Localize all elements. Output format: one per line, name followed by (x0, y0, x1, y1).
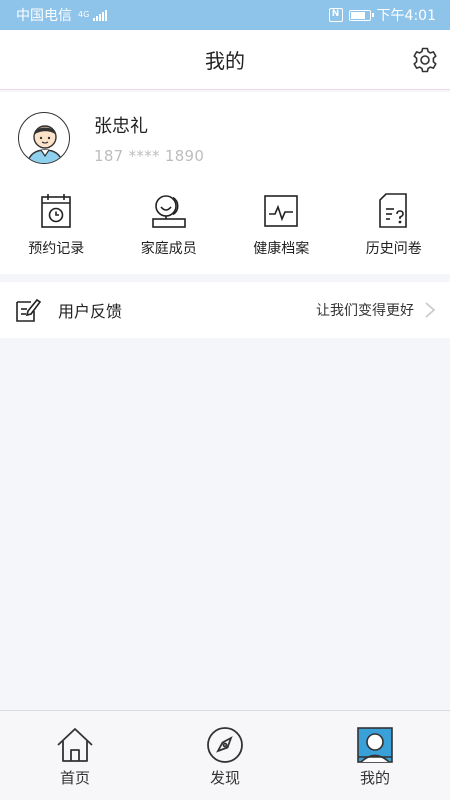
status-right: N 下午4:01 (328, 5, 436, 25)
family-members-icon (151, 195, 186, 228)
quick-action-health-records[interactable]: 健康档案 (225, 192, 338, 272)
status-left: 中国电信 4G (16, 5, 108, 25)
profile-icon (357, 727, 393, 763)
battery-icon (348, 9, 374, 21)
page-title: 我的 (205, 49, 245, 73)
gear-icon[interactable] (410, 45, 440, 75)
status-bar: 中国电信 4G N 下午4:01 (0, 0, 450, 30)
section-divider (0, 274, 450, 282)
avatar[interactable] (18, 112, 70, 164)
nav-profile[interactable]: 我的 (300, 711, 450, 800)
user-phone: 187 **** 1890 (94, 147, 205, 165)
quick-action-label: 历史问卷 (365, 241, 422, 257)
avatar-icon (26, 125, 64, 163)
feedback-label: 用户反馈 (58, 302, 123, 321)
chevron-right-icon (425, 302, 436, 318)
compass-icon (207, 727, 243, 763)
feedback-hint: 让我们变得更好 (316, 303, 414, 319)
quick-action-label: 预约记录 (28, 241, 85, 257)
header: 我的 (0, 30, 450, 90)
carrier-name: 中国电信 (16, 8, 72, 24)
nfc-icon: N (328, 8, 343, 22)
quick-action-label: 家庭成员 (140, 241, 197, 257)
nav-label: 我的 (359, 769, 390, 787)
nav-label: 首页 (59, 769, 90, 787)
calendar-clock-icon (41, 194, 72, 228)
questionnaire-icon (378, 193, 407, 228)
user-name: 张忠礼 (94, 116, 148, 137)
home-icon (57, 728, 93, 762)
nav-home[interactable]: 首页 (0, 711, 150, 800)
network-type: 4G (78, 10, 90, 19)
quick-action-questionnaires[interactable]: 历史问卷 (338, 192, 450, 272)
quick-action-appointments[interactable]: 预约记录 (0, 192, 113, 272)
status-time: 下午4:01 (376, 8, 436, 24)
health-record-icon (264, 195, 299, 227)
quick-actions: 预约记录 家庭成员 健康档案 历史问卷 (0, 192, 450, 272)
feedback-edit-icon (16, 298, 42, 322)
quick-action-family[interactable]: 家庭成员 (113, 192, 226, 272)
bottom-nav: 首页 发现 我的 (0, 710, 450, 800)
quick-action-label: 健康档案 (253, 241, 310, 257)
signal-icon (93, 9, 108, 21)
profile-card: 张忠礼 187 **** 1890 预约记录 家庭成员 健康档案 历史问卷 (0, 92, 450, 274)
nav-discover[interactable]: 发现 (150, 711, 300, 800)
feedback-row[interactable]: 用户反馈 让我们变得更好 (0, 282, 450, 338)
nav-label: 发现 (209, 769, 240, 787)
